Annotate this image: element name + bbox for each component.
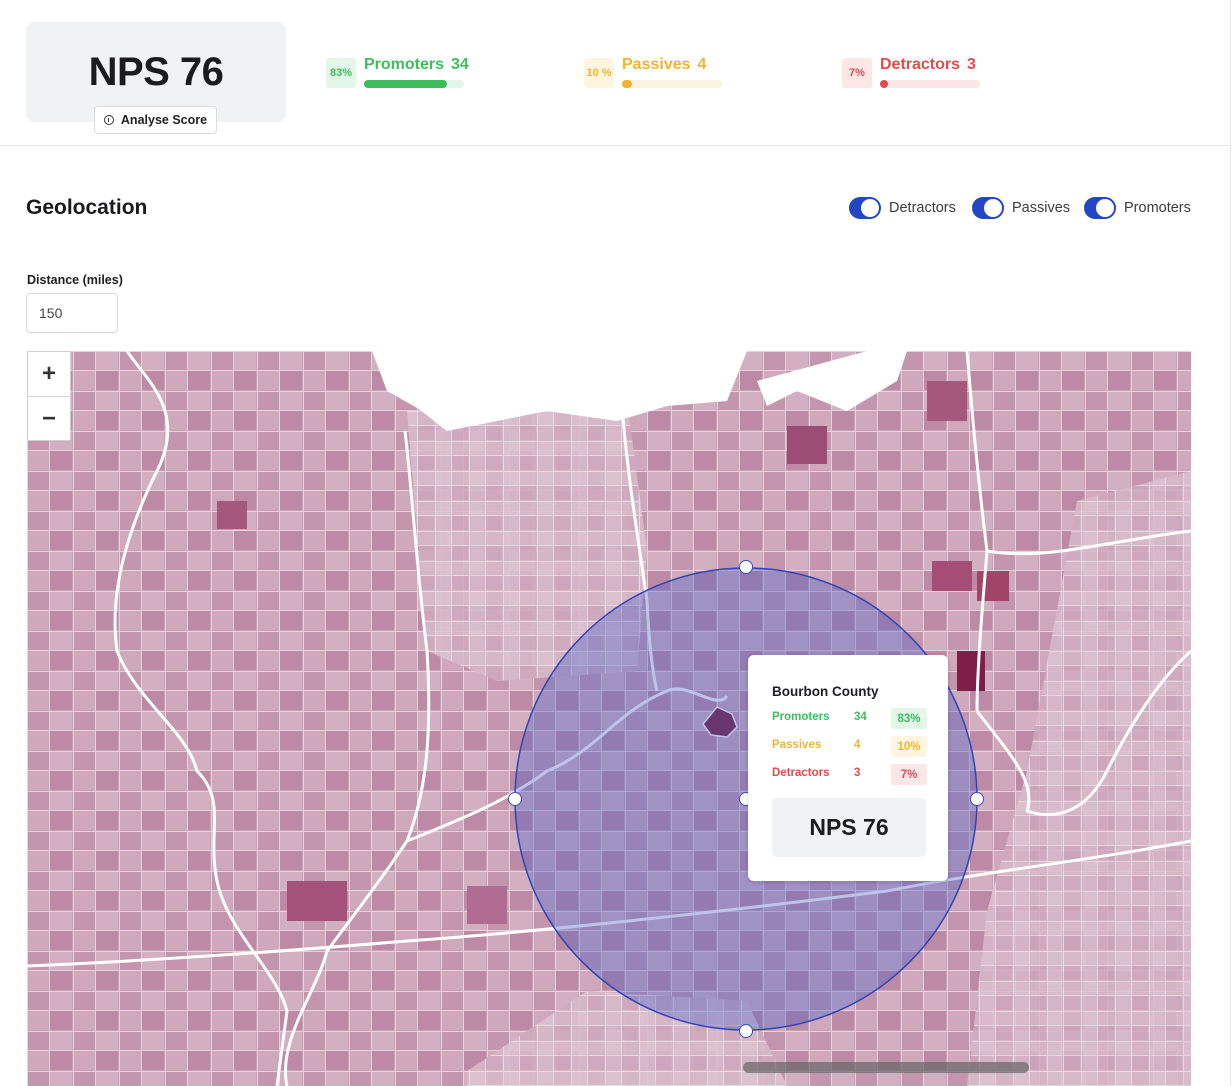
- detractors-pct-badge: 7%: [842, 58, 872, 88]
- radius-handle-bottom[interactable]: [739, 1024, 753, 1038]
- tooltip-passives-row: Passives 4 10%: [772, 736, 930, 757]
- switch-knob: [861, 199, 879, 217]
- promoters-progress-fill: [364, 80, 447, 88]
- passives-progress-fill: [622, 80, 632, 88]
- toggle-detractors-label: Detractors: [889, 200, 956, 216]
- county-dark: [787, 426, 827, 464]
- detractors-progress-bar: [880, 80, 980, 88]
- toggle-passives[interactable]: Passives: [972, 196, 1070, 220]
- detractors-label: Detractors 3: [880, 56, 976, 73]
- geolocation-title: Geolocation: [26, 196, 148, 219]
- tooltip-promoters-count: 34: [854, 711, 867, 723]
- radius-handle-top[interactable]: [739, 560, 753, 574]
- switch-knob: [984, 199, 1002, 217]
- detractors-switch[interactable]: [849, 197, 881, 219]
- promoters-label: Promoters 34: [364, 56, 469, 73]
- promoters-pct-badge: 83%: [326, 58, 356, 88]
- county-dark: [287, 881, 347, 921]
- county-tooltip: Bourbon County Promoters 34 83% Passives…: [748, 655, 948, 881]
- section-divider: [0, 145, 1230, 146]
- county-dark: [957, 651, 985, 691]
- info-icon: [103, 115, 114, 125]
- radius-handle-left[interactable]: [508, 792, 522, 806]
- tooltip-detractors-count: 3: [854, 767, 861, 779]
- tooltip-detractors-row: Detractors 3 7%: [772, 764, 930, 785]
- passives-switch[interactable]: [972, 197, 1004, 219]
- passives-pct-badge: 10 %: [584, 58, 614, 88]
- tooltip-promoters-label: Promoters: [772, 711, 830, 723]
- zoom-control: + −: [27, 351, 71, 441]
- tooltip-passives-pct: 10%: [891, 736, 927, 757]
- promoters-switch[interactable]: [1084, 197, 1116, 219]
- choropleth-map[interactable]: + − Bourbon County Promoters 34 83% Pass…: [27, 351, 1191, 1086]
- tooltip-county-name: Bourbon County: [772, 684, 879, 699]
- distance-label: Distance (miles): [27, 273, 123, 287]
- passives-count: 4: [697, 56, 707, 73]
- toggle-passives-label: Passives: [1012, 200, 1071, 216]
- county-dark: [467, 886, 507, 924]
- tooltip-detractors-label: Detractors: [772, 767, 830, 779]
- tooltip-promoters-row: Promoters 34 83%: [772, 708, 930, 729]
- passives-label: Passives 4: [622, 56, 707, 73]
- page-right-border: [1230, 0, 1231, 1086]
- radius-handle-right[interactable]: [970, 792, 984, 806]
- toggle-detractors[interactable]: Detractors: [849, 196, 956, 220]
- horizontal-scrollbar[interactable]: [743, 1062, 1029, 1073]
- promoters-count: 34: [451, 56, 469, 73]
- tooltip-passives-count: 4: [854, 739, 861, 751]
- analyse-score-label: Analyse Score: [120, 113, 208, 127]
- tooltip-nps-score: NPS 76: [772, 798, 926, 857]
- distance-input[interactable]: [26, 293, 118, 333]
- county-dark: [217, 501, 247, 529]
- toggle-promoters[interactable]: Promoters: [1084, 196, 1191, 220]
- tooltip-promoters-pct: 83%: [891, 708, 927, 729]
- nps-score-title: NPS 76: [88, 50, 224, 94]
- detractors-count: 3: [967, 56, 976, 73]
- toggle-promoters-label: Promoters: [1124, 200, 1191, 216]
- county-dark: [932, 561, 972, 591]
- zoom-out-button[interactable]: −: [28, 397, 70, 441]
- analyse-score-button[interactable]: Analyse Score: [94, 106, 217, 134]
- detractors-progress-fill: [880, 80, 888, 88]
- promoters-progress-bar: [364, 80, 464, 88]
- county-dark: [977, 571, 1009, 601]
- map-canvas[interactable]: [27, 351, 1191, 1086]
- switch-knob: [1096, 199, 1114, 217]
- county-dark: [927, 381, 967, 421]
- passives-progress-bar: [622, 80, 722, 88]
- tooltip-passives-label: Passives: [772, 739, 822, 751]
- zoom-in-button[interactable]: +: [28, 352, 70, 397]
- tooltip-detractors-pct: 7%: [891, 764, 927, 785]
